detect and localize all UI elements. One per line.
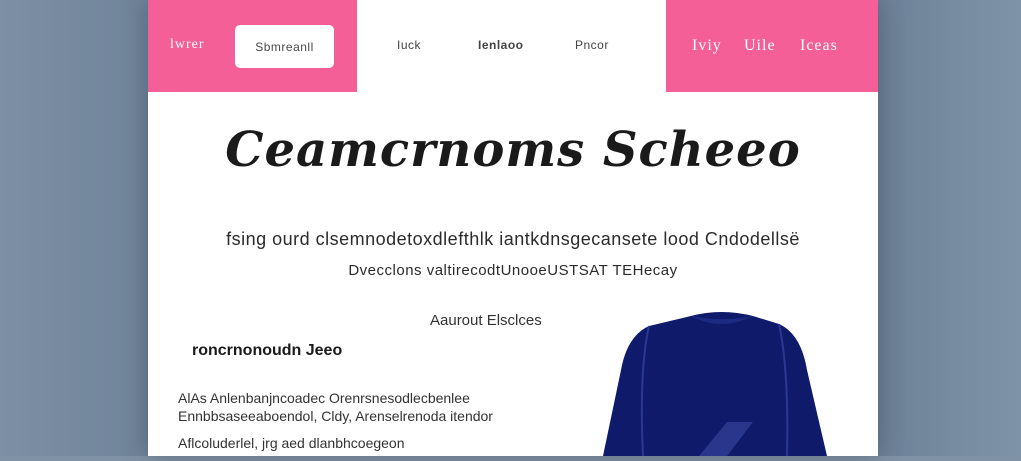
body-text-line: AlAs Anlenbanjncoadec Orenrsnesodlecbenl… [178,390,470,406]
hero-subtitle-1: fsing ourd clsemnodetoxdlefthlk iantkdns… [226,229,800,249]
nav-bar-right: Iviy Uile Iceas [666,0,878,92]
hero-title: Ceamcrnoms Scheeo [225,122,801,178]
nav-bar-left: lwrer Sbmreanll [148,0,357,92]
nav-cta-button[interactable]: Sbmreanll [235,25,334,68]
body-text-line: Aflcoluderlel, jrg aed dlanbhcoegeon [178,435,405,451]
background-left [0,0,148,456]
content-heading: roncrnonoudn Jeeo [192,342,343,359]
nav-link-right-2[interactable]: Uile [744,37,776,55]
hero-subtitle-2: Dvecclons valtirecodtUnooeUSTSAT TEHecay [348,262,678,279]
nav-link-center-2[interactable]: Ienlaoo [478,38,524,52]
body-text-line: Ennbbsaseeaboendol, Cldy, Arenselrenoda … [178,408,493,424]
nav-link-left[interactable]: lwrer [170,37,205,53]
background-right [878,0,1021,456]
nav-link-right-3[interactable]: Iceas [800,37,838,55]
sweater-image[interactable] [603,310,843,457]
nav-link-right-1[interactable]: Iviy [692,37,722,55]
sweater-icon [603,312,827,457]
nav-link-center-3[interactable]: Pncor [575,38,609,52]
nav-link-center-1[interactable]: Iuck [397,38,421,52]
web-page: lwrer Sbmreanll Iuck Ienlaoo Pncor Iviy … [148,0,878,457]
nav-bar-center: Iuck Ienlaoo Pncor [357,0,666,92]
section-heading: Aaurout Elsclces [430,312,542,329]
